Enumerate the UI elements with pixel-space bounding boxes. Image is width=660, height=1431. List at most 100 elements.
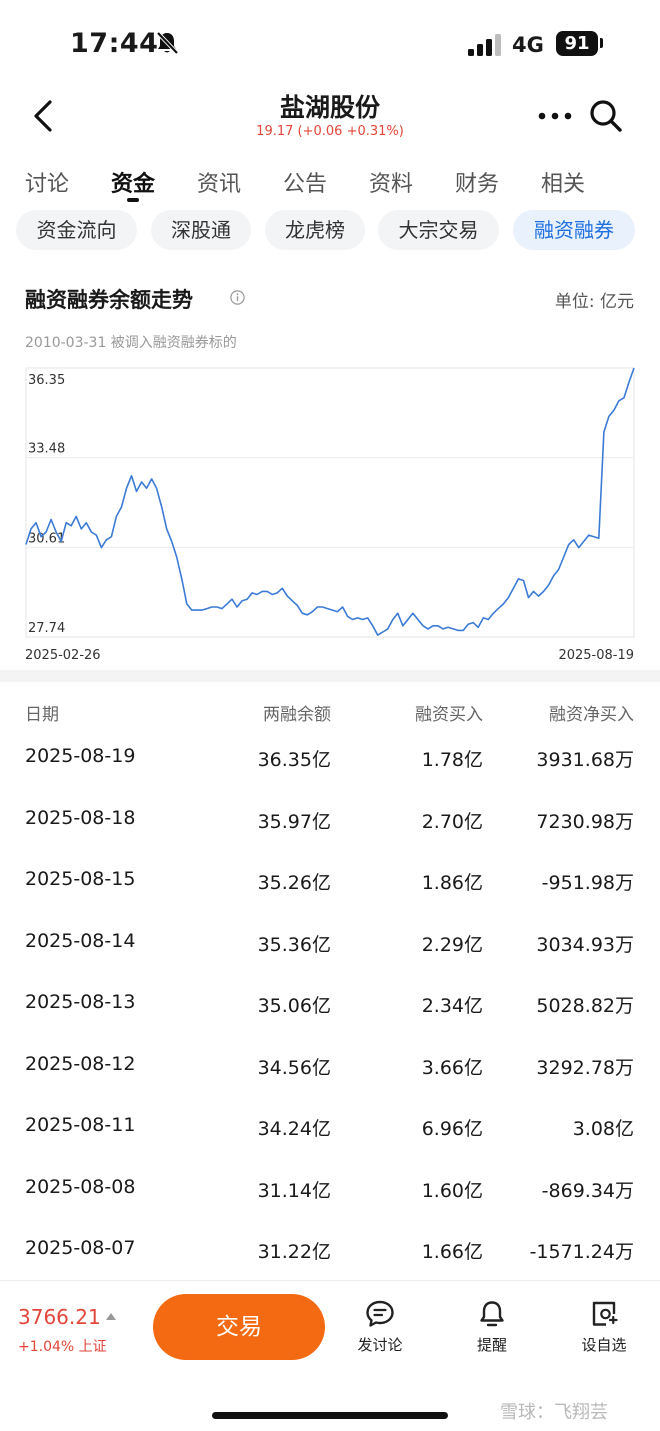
table-row: 2025-08-11 34.24亿 6.96亿 3.08亿 [0, 1114, 660, 1176]
table-row: 2025-08-14 35.36亿 2.29亿 3034.93万 [0, 930, 660, 992]
nav-add-watchlist-label: 设自选 [581, 1336, 627, 1354]
network-type: 4G [512, 33, 544, 57]
row-net-buy: 7230.98万 [536, 810, 634, 833]
chip-shenzhen-connect[interactable]: 深股通 [151, 210, 251, 250]
chip-fund-flow[interactable]: 资金流向 [16, 210, 137, 250]
row-date: 2025-08-15 [25, 868, 136, 890]
table-row: 2025-08-19 36.35亿 1.78亿 3931.68万 [0, 745, 660, 807]
tab-bar: 讨论 资金 资讯 公告 资料 财务 相关 [0, 166, 660, 198]
row-balance: 34.56亿 [257, 1056, 331, 1079]
signal-icon [468, 34, 501, 56]
chat-bubble-icon [366, 1300, 394, 1327]
search-icon[interactable] [588, 98, 624, 134]
nav-post-discussion[interactable]: 发讨论 [340, 1300, 420, 1355]
row-date: 2025-08-13 [25, 991, 136, 1013]
row-net-buy: 3.08亿 [572, 1118, 634, 1140]
header-net-buy: 融资净买入 [549, 705, 634, 725]
row-net-buy: 3034.93万 [536, 933, 634, 956]
header-balance: 两融余额 [263, 705, 331, 725]
row-margin-buy: 2.34亿 [421, 995, 483, 1017]
trade-button[interactable]: 交易 [153, 1294, 325, 1360]
section-divider [0, 670, 660, 682]
header-date: 日期 [25, 705, 59, 725]
battery-icon: 91 [556, 31, 598, 56]
x-tick-label: 2025-02-26 [25, 648, 101, 663]
table-row: 2025-08-18 35.97亿 2.70亿 7230.98万 [0, 807, 660, 869]
row-date: 2025-08-19 [25, 745, 136, 767]
price-quote: 19.17 (+0.06 +0.31%) [256, 124, 404, 139]
active-tab-indicator [127, 198, 139, 202]
tab-capital[interactable]: 资金 [111, 166, 155, 198]
row-margin-buy: 2.70亿 [421, 810, 483, 833]
watchlist-add-icon [592, 1301, 618, 1326]
chart-title: 融资融券余额走势 [25, 288, 193, 312]
table-row: 2025-08-12 34.56亿 3.66亿 3292.78万 [0, 1053, 660, 1115]
row-date: 2025-08-11 [25, 1114, 136, 1136]
table-row: 2025-08-13 35.06亿 2.34亿 5028.82万 [0, 991, 660, 1053]
row-balance: 35.97亿 [257, 810, 331, 833]
row-margin-buy: 1.66亿 [421, 1241, 483, 1263]
status-bar: 17:44 4G 91 [0, 0, 660, 90]
row-net-buy: -869.34万 [541, 1179, 634, 1202]
nav-reminder-label: 提醒 [476, 1336, 507, 1354]
chart-note: 2010-03-31 被调入融资融券标的 [25, 335, 237, 351]
bell-muted-icon [156, 31, 178, 55]
index-value[interactable]: 3766.21 [18, 1305, 101, 1329]
x-tick-label: 2025-08-19 [558, 648, 634, 663]
chart-unit: 单位: 亿元 [554, 292, 634, 312]
index-change[interactable]: +1.04% 上证 [18, 1336, 107, 1356]
series-line [25, 367, 635, 636]
table-header: 日期 两融余额 融资买入 融资净买入 [0, 700, 660, 730]
chip-block-trade[interactable]: 大宗交易 [378, 210, 499, 250]
row-balance: 31.14亿 [257, 1179, 331, 1202]
row-margin-buy: 2.29亿 [421, 933, 483, 956]
info-icon[interactable] [230, 290, 245, 305]
chip-margin-trading[interactable]: 融资融券 [513, 210, 635, 250]
home-indicator[interactable] [212, 1412, 448, 1419]
tab-related[interactable]: 相关 [541, 166, 585, 198]
header-margin-buy: 融资买入 [415, 705, 483, 725]
tab-news[interactable]: 资讯 [197, 166, 241, 198]
row-balance: 35.36亿 [257, 933, 331, 956]
watermark: 雪球：飞翔芸 [500, 1402, 608, 1423]
tab-announcements[interactable]: 公告 [283, 166, 327, 198]
margin-balance-chart: 36.3533.4830.6127.742025-02-26 2025-08-19 [25, 367, 635, 663]
tab-financials[interactable]: 财务 [455, 166, 499, 198]
table-row: 2025-08-08 31.14亿 1.60亿 -869.34万 [0, 1176, 660, 1238]
nav-add-watchlist[interactable]: 设自选 [564, 1300, 644, 1355]
row-net-buy: 3931.68万 [536, 749, 634, 771]
row-margin-buy: 3.66亿 [421, 1056, 483, 1079]
y-tick-label: 27.74 [28, 621, 65, 636]
nav-post-discussion-label: 发讨论 [357, 1336, 403, 1354]
row-net-buy: -1571.24万 [529, 1241, 634, 1263]
y-tick-label: 33.48 [28, 442, 65, 457]
row-balance: 35.26亿 [257, 872, 331, 894]
bell-icon [480, 1301, 504, 1327]
index-up-arrow-icon [106, 1313, 116, 1320]
more-icon[interactable] [538, 108, 572, 124]
chart-frame [25, 367, 635, 638]
row-date: 2025-08-18 [25, 806, 136, 829]
tab-discussion[interactable]: 讨论 [25, 166, 69, 198]
row-balance: 35.06亿 [257, 995, 331, 1017]
chip-dragon-tiger[interactable]: 龙虎榜 [265, 210, 365, 250]
row-balance: 36.35亿 [257, 749, 331, 771]
row-balance: 31.22亿 [257, 1241, 331, 1263]
row-margin-buy: 1.60亿 [421, 1179, 483, 1202]
row-net-buy: -951.98万 [541, 872, 634, 894]
row-date: 2025-08-08 [25, 1175, 136, 1198]
table-body: 2025-08-19 36.35亿 1.78亿 3931.68万 2025-08-18 3… [0, 745, 660, 1280]
row-net-buy: 3292.78万 [536, 1056, 634, 1079]
row-date: 2025-08-07 [25, 1237, 136, 1259]
row-net-buy: 5028.82万 [536, 995, 634, 1017]
row-date: 2025-08-14 [25, 929, 136, 952]
table-row: 2025-08-07 31.22亿 1.66亿 -1571.24万 [0, 1237, 660, 1280]
status-time: 17:44 [70, 28, 159, 59]
row-margin-buy: 1.78亿 [421, 749, 483, 771]
tab-profile[interactable]: 资料 [369, 166, 413, 198]
row-balance: 34.24亿 [257, 1118, 331, 1140]
battery-tip [600, 38, 603, 48]
y-tick-label: 36.35 [28, 373, 65, 388]
nav-reminder[interactable]: 提醒 [452, 1300, 532, 1355]
table-row: 2025-08-15 35.26亿 1.86亿 -951.98万 [0, 868, 660, 930]
